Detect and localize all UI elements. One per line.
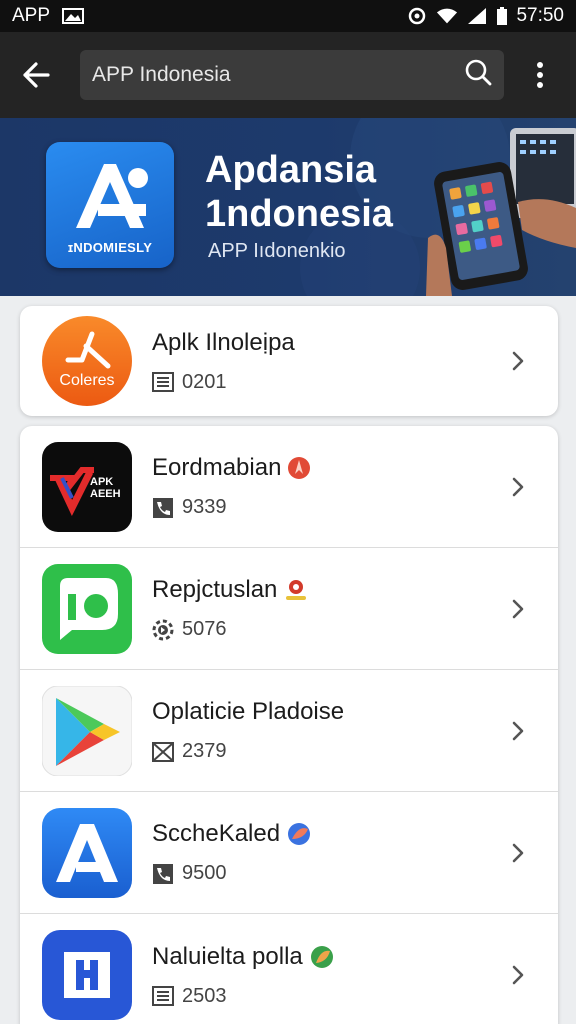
chevron-right-icon[interactable] xyxy=(498,589,538,629)
search-input[interactable]: APP Indonesia xyxy=(80,50,504,100)
more-options-button[interactable] xyxy=(504,32,576,118)
icon-caption: Coleres xyxy=(59,372,115,389)
chevron-right-icon[interactable] xyxy=(498,711,538,751)
toolbar: APP Indonesia xyxy=(0,32,576,118)
app-meta-value: 9500 xyxy=(182,862,227,884)
location-badge-icon xyxy=(286,580,307,600)
promo-banner[interactable]: ɪNDOMIESLY Apdansia 1ndonesia APP Iıdone… xyxy=(0,118,576,296)
phone-image xyxy=(426,128,576,296)
app-meta-value: 5076 xyxy=(182,618,227,640)
wifi-icon xyxy=(436,7,458,25)
play-store-icon xyxy=(41,685,133,776)
app-title: Repjctuslan xyxy=(152,576,278,603)
globe-badge-icon xyxy=(288,823,311,845)
list-item[interactable]: SccheKaled 9500 xyxy=(20,792,558,914)
app-meta-value: 2503 xyxy=(182,984,227,1007)
list-item[interactable]: Oplaticie Pladoise 2379 xyxy=(20,670,558,792)
hockey-stick-icon: Coleres xyxy=(42,316,132,406)
document-icon xyxy=(152,372,174,392)
list-item[interactable]: Repjctuslan 5076 xyxy=(20,548,558,670)
app-meta-value: 2379 xyxy=(182,740,227,762)
list-item[interactable]: Coleres Aplk Ilnoleịpa 0201 xyxy=(20,306,558,416)
status-bar: APP 57:50 xyxy=(0,0,576,32)
chevron-right-icon[interactable] xyxy=(498,467,538,507)
app-title: Oplaticie Pladoise xyxy=(152,698,345,725)
banner-logo-caption: ɪNDOMIESLY xyxy=(67,240,153,255)
chevron-right-icon[interactable] xyxy=(498,955,538,995)
back-arrow-icon xyxy=(23,62,50,88)
globe-badge-icon xyxy=(310,945,333,968)
banner-subtitle: APP Iıdonenkio xyxy=(208,240,346,262)
back-button[interactable] xyxy=(0,32,72,118)
app-title: Eordmabian xyxy=(152,454,282,481)
signal-icon xyxy=(466,7,488,25)
chevron-right-icon[interactable] xyxy=(498,833,538,873)
icon-caption: APK AEEH xyxy=(90,475,121,500)
banner-title: Apdansia 1ndonesia xyxy=(205,149,393,235)
more-vert-icon xyxy=(537,62,543,88)
square-h-logo-icon xyxy=(42,930,132,1020)
sync-icon xyxy=(406,7,428,25)
chevron-right-icon[interactable] xyxy=(498,341,538,381)
app-meta-value: 0201 xyxy=(182,370,227,393)
app-title: Aplk Ilnoleịpa xyxy=(152,328,295,356)
a-logo-icon xyxy=(42,807,132,898)
list-item[interactable]: Naluielta polla 2503 xyxy=(20,914,558,1024)
chat-bubble-icon xyxy=(42,563,132,654)
banner-app-logo: ɪNDOMIESLY xyxy=(46,142,174,268)
search-value: APP Indonesia xyxy=(92,63,231,86)
list-item[interactable]: APK AEEH Eordmabian 9339 xyxy=(20,426,558,548)
phone-icon xyxy=(153,863,173,884)
phone-icon xyxy=(153,497,173,518)
status-time: 57:50 xyxy=(516,5,564,26)
compass-badge-icon xyxy=(288,457,311,479)
image-icon xyxy=(62,7,85,25)
apk-logo-icon: APK AEEH xyxy=(42,441,132,532)
gear-icon xyxy=(152,619,174,640)
search-icon[interactable] xyxy=(464,58,492,92)
app-list-card: APK AEEH Eordmabian 9339 Repjctuslan 507… xyxy=(20,426,558,1024)
app-meta-value: 9339 xyxy=(182,496,227,518)
featured-card[interactable]: Coleres Aplk Ilnoleịpa 0201 xyxy=(20,306,558,416)
status-app-label: APP xyxy=(12,5,51,26)
a-logo-icon xyxy=(76,164,148,228)
battery-icon xyxy=(496,7,508,25)
app-title: SccheKaled xyxy=(152,820,281,847)
app-title: Naluielta polla xyxy=(152,942,303,970)
document-icon xyxy=(152,986,174,1006)
mail-icon xyxy=(152,741,174,762)
